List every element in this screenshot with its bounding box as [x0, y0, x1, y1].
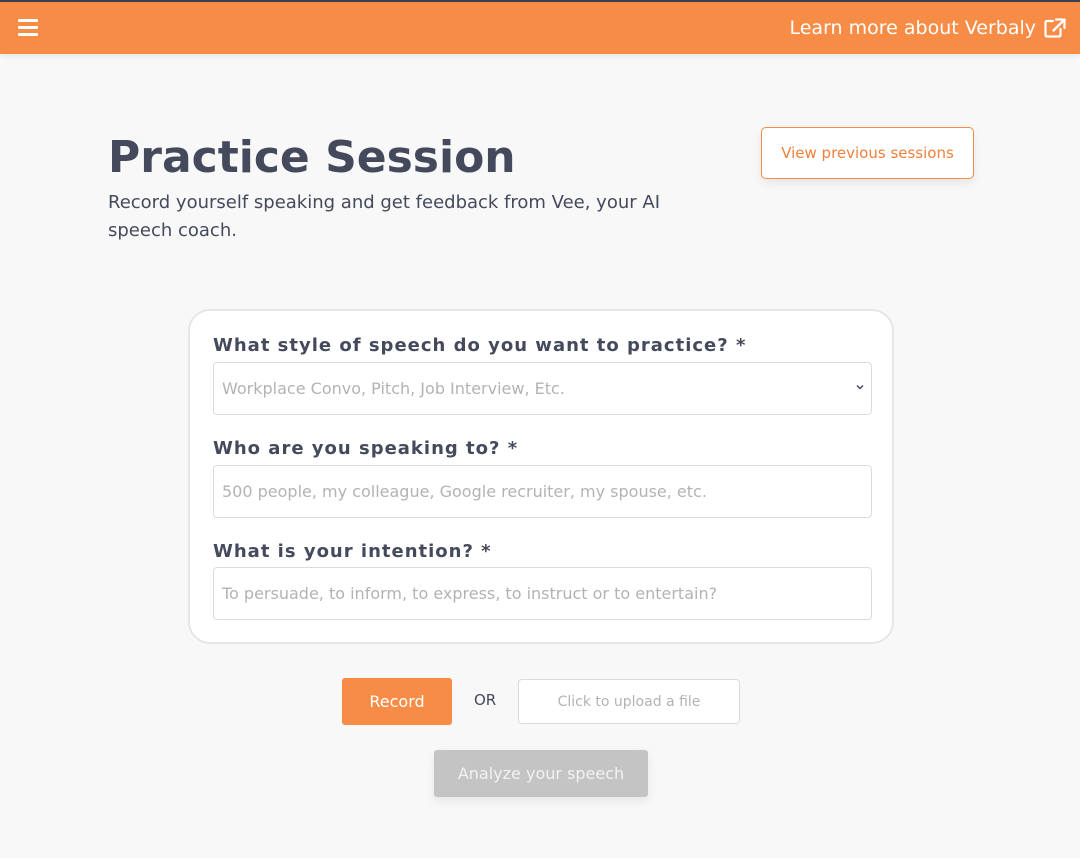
speech-details-card: What style of speech do you want to prac… [188, 309, 894, 644]
chevron-down-icon [856, 384, 864, 390]
upload-file-button[interactable]: Click to upload a file [518, 679, 740, 724]
view-previous-sessions-button[interactable]: View previous sessions [761, 127, 974, 179]
audience-label: Who are you speaking to? * [213, 438, 519, 459]
page-title: Practice Session [108, 132, 516, 183]
speech-style-placeholder: Workplace Convo, Pitch, Job Interview, E… [222, 379, 565, 398]
audience-input[interactable] [213, 465, 872, 518]
hamburger-menu-icon[interactable] [18, 19, 38, 36]
learn-more-link[interactable]: Learn more about Verbaly [789, 15, 1066, 41]
speech-style-select[interactable]: Workplace Convo, Pitch, Job Interview, E… [213, 362, 872, 415]
learn-more-label: Learn more about Verbaly [789, 17, 1036, 39]
intention-input[interactable] [213, 567, 872, 620]
intention-label: What is your intention? * [213, 541, 492, 562]
or-separator: OR [474, 691, 497, 709]
external-link-icon [1044, 18, 1066, 38]
record-button[interactable]: Record [342, 678, 452, 725]
top-navbar: Learn more about Verbaly [0, 0, 1080, 54]
analyze-speech-button[interactable]: Analyze your speech [434, 750, 648, 797]
page-subtitle: Record yourself speaking and get feedbac… [108, 192, 660, 241]
speech-style-label: What style of speech do you want to prac… [213, 335, 747, 356]
